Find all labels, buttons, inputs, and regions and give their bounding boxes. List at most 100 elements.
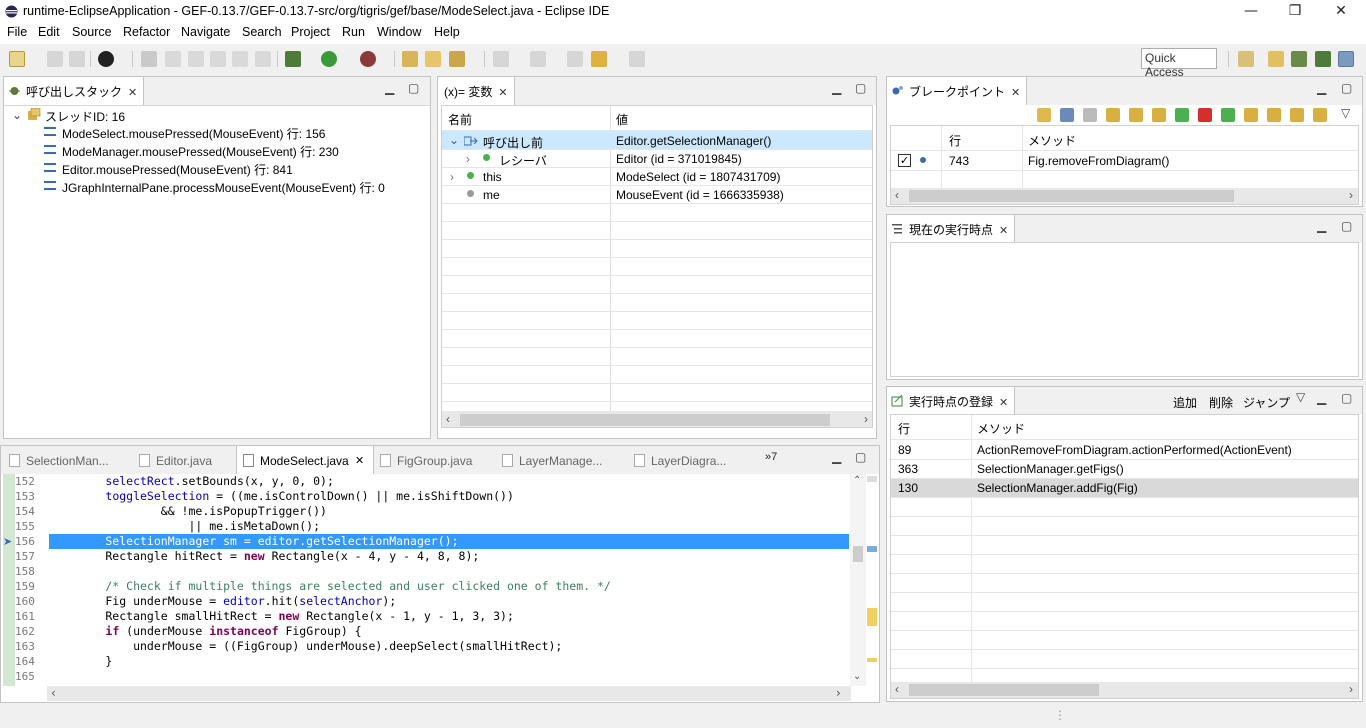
code-line[interactable]: Rectangle hitRect = new Rectangle(x - 4,… — [50, 549, 479, 564]
maximize-icon[interactable]: ▢ — [1341, 81, 1352, 95]
registry-line[interactable]: 89 — [898, 443, 911, 457]
thread-label[interactable]: スレッドID: 16 — [45, 108, 125, 125]
code-line[interactable]: } — [50, 654, 112, 669]
scrollbar-thumb[interactable] — [909, 684, 1099, 696]
jump-button[interactable]: ジャンプ — [1243, 394, 1290, 411]
maximize-icon[interactable]: ▢ — [855, 450, 866, 464]
minimize-icon[interactable]: ▁ — [1317, 391, 1326, 405]
step-over-icon[interactable] — [1129, 108, 1143, 122]
column-header-line[interactable]: 行 — [898, 420, 910, 437]
registry-method[interactable]: SelectionManager.getFigs() — [977, 462, 1124, 476]
scroll-right-icon[interactable]: › — [1349, 188, 1353, 202]
breakpoint-checkbox[interactable]: ✓ — [898, 154, 911, 167]
scrollbar-thumb[interactable] — [853, 546, 863, 562]
minimize-icon[interactable]: ▁ — [832, 450, 841, 464]
resume-icon[interactable] — [165, 51, 181, 67]
maximize-icon[interactable]: ▢ — [408, 81, 419, 95]
add-breakpoint-icon[interactable] — [1060, 108, 1074, 122]
maximize-icon[interactable]: ▢ — [1341, 391, 1352, 405]
code-line[interactable]: selectRect.setBounds(x, y, 0, 0); — [50, 474, 334, 489]
code-line[interactable]: && !me.isPopupTrigger()) — [50, 504, 327, 519]
breakpoint-line[interactable]: 743 — [949, 154, 969, 168]
suspend-icon[interactable] — [188, 51, 204, 67]
code-line[interactable]: SelectionManager sm = editor.getSelectio… — [50, 534, 458, 549]
scrollbar-thumb[interactable] — [460, 414, 830, 426]
menu-source[interactable]: Source — [72, 25, 112, 39]
maximize-icon[interactable]: ▢ — [855, 81, 866, 95]
editor-tab[interactable]: LayerManage... — [519, 454, 602, 468]
run-icon[interactable] — [321, 51, 337, 67]
column-header-method[interactable]: メソッド — [1028, 132, 1076, 149]
forward-icon[interactable] — [629, 51, 645, 67]
menu-search[interactable]: Search — [242, 25, 282, 39]
scroll-right-icon[interactable]: › — [864, 412, 868, 426]
resume-icon[interactable] — [1221, 108, 1235, 122]
quick-access-field[interactable]: Quick Access — [1141, 48, 1217, 79]
horizontal-scrollbar[interactable]: ‹ › — [47, 686, 851, 701]
search-icon[interactable] — [449, 51, 465, 67]
column-header-name[interactable]: 名前 — [448, 111, 472, 128]
restore-button[interactable]: ❐ — [1272, 0, 1318, 24]
open-icon[interactable] — [1037, 108, 1051, 122]
debug-perspective-icon[interactable] — [1315, 51, 1331, 67]
overview-ruler-marker[interactable] — [867, 476, 877, 482]
skip-breakpoints-icon[interactable] — [141, 51, 157, 67]
menu-help[interactable]: Help — [434, 25, 460, 39]
code-line[interactable]: /* Check if multiple things are selected… — [50, 579, 610, 594]
code-line[interactable]: toggleSelection = ((me.isControlDown() |… — [50, 489, 514, 504]
registry-line[interactable]: 363 — [898, 462, 918, 476]
close-icon[interactable]: ✕ — [1011, 86, 1020, 99]
stop-icon[interactable] — [1198, 108, 1212, 122]
code-line[interactable]: || me.isMetaDown(); — [50, 519, 320, 534]
add-button[interactable]: 追加 — [1173, 394, 1197, 411]
scroll-left-icon[interactable]: ‹ — [895, 682, 899, 696]
scroll-up-icon[interactable]: ⌃ — [853, 475, 861, 486]
column-header-method[interactable]: メソッド — [977, 420, 1025, 437]
view-menu-icon[interactable]: ▽ — [1341, 106, 1350, 120]
terminate-icon[interactable] — [210, 51, 226, 67]
breakpoint-method[interactable]: Fig.removeFromDiagram() — [1028, 154, 1169, 168]
scroll-left-icon[interactable]: ‹ — [895, 188, 899, 202]
save-icon[interactable] — [47, 51, 63, 67]
external-tools-icon[interactable] — [360, 51, 376, 67]
registry-method[interactable]: ActionRemoveFromDiagram.actionPerformed(… — [977, 443, 1292, 457]
minimize-icon[interactable]: ▁ — [1317, 219, 1326, 233]
open-type-icon[interactable] — [425, 51, 441, 67]
step-return-icon[interactable] — [1152, 108, 1166, 122]
use-step-filters-icon[interactable] — [1313, 108, 1327, 122]
chevron-down-icon[interactable]: ⌄ — [449, 133, 459, 147]
view-menu-icon[interactable]: ▽ — [1296, 390, 1305, 404]
menu-file[interactable]: File — [7, 25, 27, 39]
callstack-tab[interactable]: 呼び出しスタック ✕ — [4, 77, 145, 105]
code-line[interactable]: Rectangle smallHitRect = new Rectangle(x… — [50, 609, 514, 624]
menu-project[interactable]: Project — [291, 25, 330, 39]
code-line[interactable]: if (underMouse instanceof FigGroup) { — [50, 624, 361, 639]
minimize-button[interactable]: — — [1228, 0, 1274, 24]
next-annotation-icon[interactable] — [493, 51, 509, 67]
scroll-right-icon[interactable]: › — [1349, 682, 1353, 696]
maximize-icon[interactable]: ▢ — [1341, 219, 1352, 233]
editor-tab[interactable]: Editor.java — [156, 454, 212, 468]
back-step-icon[interactable] — [1175, 108, 1189, 122]
new-java-project-icon[interactable] — [402, 51, 418, 67]
variables-tab[interactable]: (x)= 変数 ✕ — [438, 77, 515, 105]
code-line[interactable]: underMouse = ((FigGroup) underMouse).dee… — [50, 639, 562, 654]
column-header-line[interactable]: 行 — [949, 132, 961, 149]
run-to-line-icon[interactable] — [1290, 108, 1304, 122]
profile-icon[interactable] — [98, 51, 114, 67]
minimize-icon[interactable]: ▁ — [1317, 81, 1326, 95]
editor-tab[interactable]: SelectionMan... — [26, 454, 109, 468]
debug-icon[interactable] — [285, 51, 301, 67]
scroll-down-icon[interactable]: ⌄ — [853, 671, 861, 682]
java-perspective-icon[interactable] — [1291, 51, 1307, 67]
skip-icon[interactable] — [1083, 108, 1097, 122]
tab-overflow-button[interactable]: »7 — [765, 451, 777, 463]
last-edit-icon[interactable] — [567, 51, 583, 67]
minimize-icon[interactable]: ▁ — [385, 81, 394, 95]
close-icon[interactable]: ✕ — [999, 396, 1008, 409]
drop-to-frame-icon[interactable] — [1267, 108, 1281, 122]
close-icon[interactable]: ✕ — [999, 224, 1008, 237]
breakpoints-tab[interactable]: ブレークポイント ✕ — [887, 77, 1028, 105]
code-line[interactable]: Fig underMouse = editor.hit(selectAnchor… — [50, 594, 396, 609]
back-icon[interactable] — [591, 51, 607, 67]
